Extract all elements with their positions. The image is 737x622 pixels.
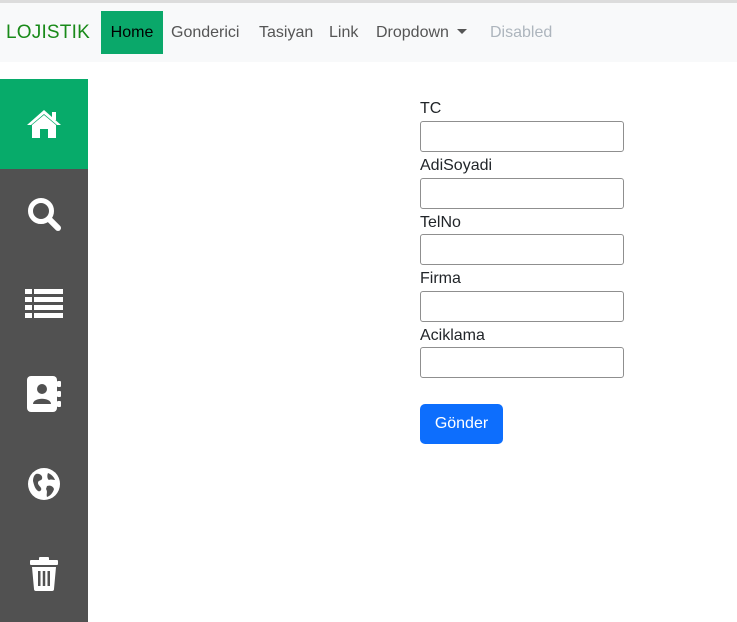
adisoyadi-input[interactable]	[420, 178, 624, 209]
aciklama-input[interactable]	[420, 347, 624, 378]
search-icon	[28, 198, 61, 231]
sidebar-item-trash[interactable]	[0, 529, 88, 619]
navbar: LOJISTIK Home Gonderici Tasiyan Link Dro…	[0, 3, 737, 62]
nav-dropdown[interactable]: Dropdown	[376, 11, 467, 54]
trash-icon	[30, 557, 58, 591]
sidebar-item-contacts[interactable]	[0, 349, 88, 439]
nav-home[interactable]: Home	[101, 11, 163, 54]
nav-gonderici[interactable]: Gonderici	[171, 11, 239, 54]
sidebar-item-search[interactable]	[0, 169, 88, 259]
label-adisoyadi: AdiSoyadi	[420, 157, 493, 174]
nav-disabled: Disabled	[490, 24, 553, 41]
sidebar	[0, 79, 88, 622]
nav-link[interactable]: Link	[329, 11, 358, 54]
submit-button[interactable]: Gönder	[420, 404, 503, 444]
nav-dropdown-label: Dropdown	[376, 24, 449, 41]
globe-icon	[28, 468, 60, 500]
brand-logo[interactable]: LOJISTIK	[6, 22, 90, 44]
label-aciklama: Aciklama	[420, 327, 485, 344]
home-icon	[27, 110, 61, 138]
address-book-icon	[27, 376, 61, 412]
label-telno: TelNo	[420, 214, 461, 231]
sidebar-item-home[interactable]	[0, 79, 88, 169]
nav-tasiyan[interactable]: Tasiyan	[259, 11, 313, 54]
sidebar-item-globe[interactable]	[0, 439, 88, 529]
sidebar-item-list[interactable]	[0, 259, 88, 349]
caret-down-icon	[456, 29, 467, 34]
telno-input[interactable]	[420, 234, 624, 265]
list-icon	[25, 289, 63, 318]
tc-input[interactable]	[420, 121, 624, 152]
label-tc: TC	[420, 100, 442, 117]
label-firma: Firma	[420, 270, 461, 287]
firma-input[interactable]	[420, 291, 624, 322]
